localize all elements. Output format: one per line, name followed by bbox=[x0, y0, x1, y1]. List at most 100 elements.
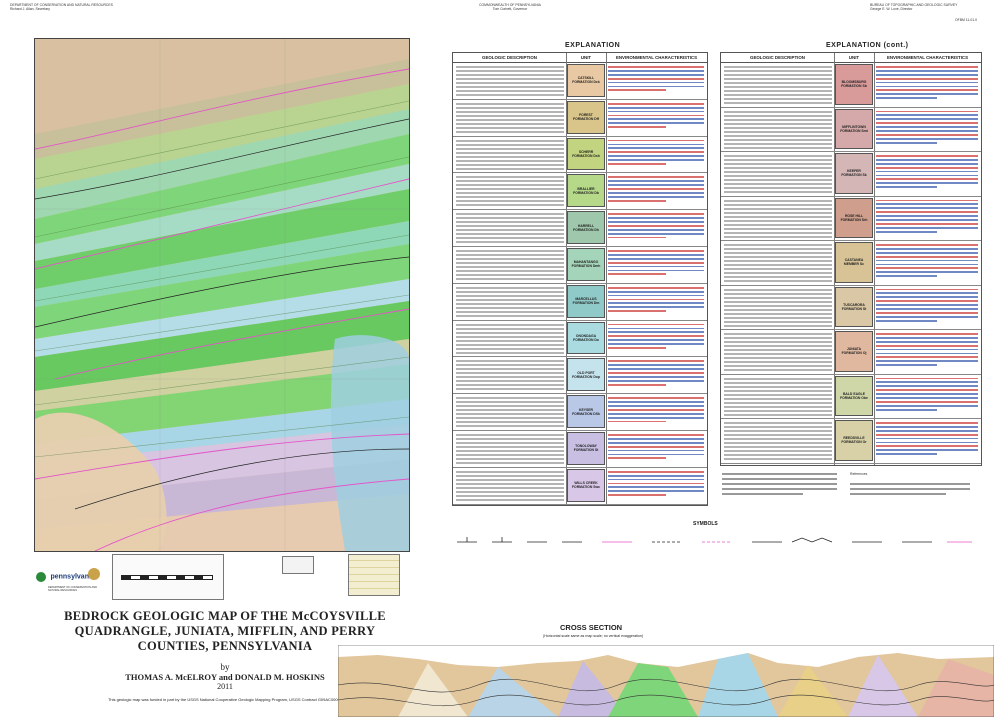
environmental-text bbox=[876, 287, 978, 328]
environmental-text bbox=[876, 153, 978, 194]
unit-description-text bbox=[456, 469, 564, 502]
unit-description-text bbox=[724, 64, 832, 105]
unit-swatch: TONOLOWAY FORMATION St bbox=[567, 432, 605, 465]
unit-swatch: KEYSER FORMATION DSk bbox=[567, 395, 605, 428]
environmental-text bbox=[608, 358, 704, 391]
index-map-inset bbox=[348, 554, 400, 596]
environmental-text bbox=[608, 248, 704, 281]
unit-description-text bbox=[724, 287, 832, 328]
unit-description-text bbox=[724, 153, 832, 194]
unit-description-text bbox=[456, 101, 564, 134]
unit-swatch: JUNIATA FORMATION Oj bbox=[835, 331, 873, 372]
sheet-id: OFBM 11-01.0 bbox=[955, 18, 977, 22]
explanation-title: EXPLANATION bbox=[565, 42, 621, 49]
unit-description-text bbox=[724, 331, 832, 372]
unit-swatch: HARRELL FORMATION Dh bbox=[567, 211, 605, 244]
explanation-table-left: GEOLOGIC DESCRIPTION UNIT ENVIRONMENTAL … bbox=[452, 52, 708, 506]
unit-swatch: BLOOMSBURG FORMATION Sb bbox=[835, 64, 873, 105]
unit-swatch: KEEFER FORMATION Sk bbox=[835, 153, 873, 194]
unit-description-text bbox=[456, 211, 564, 244]
notes-block bbox=[722, 470, 837, 510]
references-heading: References bbox=[850, 472, 868, 476]
environmental-text bbox=[608, 138, 704, 171]
unit-swatch: CATSKILL FORMATION Dck bbox=[567, 64, 605, 97]
explanation-row: TUSCARORA FORMATION St bbox=[721, 285, 981, 330]
explanation-row: FOREST FORMATION Dff bbox=[453, 99, 707, 137]
header-center: COMMONWEALTH OF PENNSYLVANIA Tom Corbett… bbox=[450, 3, 570, 11]
explanation-row: KEEFER FORMATION Sk bbox=[721, 151, 981, 197]
unit-description-text bbox=[456, 138, 564, 171]
unit-description-text bbox=[724, 109, 832, 150]
scale-bar-block bbox=[112, 554, 224, 600]
references-block bbox=[850, 480, 970, 510]
cross-section-title: CROSS SECTION bbox=[560, 623, 623, 632]
unit-swatch: CASTANEA MEMBER Sc bbox=[835, 242, 873, 283]
scale-bar bbox=[121, 575, 213, 580]
cross-section-subtitle: (Horizontal scale same as map scale; no … bbox=[543, 634, 644, 638]
explanation-row: BRALLIER FORMATION Db bbox=[453, 172, 707, 211]
header-right: BUREAU OF TOPOGRAPHIC AND GEOLOGIC SURVE… bbox=[870, 3, 957, 11]
unit-description-text bbox=[724, 242, 832, 283]
environmental-text bbox=[608, 101, 704, 134]
unit-swatch: BALD EAGLE FORMATION Obe bbox=[835, 375, 873, 416]
explanation-row: JUNIATA FORMATION Oj bbox=[721, 329, 981, 375]
explanation-row: CASTANEA MEMBER Sc bbox=[721, 240, 981, 286]
unit-description-text bbox=[456, 248, 564, 281]
unit-description-text bbox=[456, 64, 564, 97]
unit-swatch: MARCELLUS FORMATION Dm bbox=[567, 284, 605, 318]
header-left-line2: Richard J. Allan, Secretary bbox=[10, 7, 50, 11]
state-seal-icon bbox=[88, 568, 100, 580]
unit-swatch: BRALLIER FORMATION Db bbox=[567, 174, 605, 208]
explanation-row: HARRELL FORMATION Dh bbox=[453, 209, 707, 247]
explanation-row: BALD EAGLE FORMATION Obe bbox=[721, 374, 981, 419]
explanation-row: TONOLOWAY FORMATION St bbox=[453, 430, 707, 468]
explanation-row: WILLS CREEK FORMATION Swc bbox=[453, 467, 707, 505]
explanation-table-right: GEOLOGIC DESCRIPTION UNIT ENVIRONMENTAL … bbox=[720, 52, 982, 466]
environmental-text bbox=[876, 109, 978, 150]
environmental-text bbox=[608, 322, 704, 355]
unit-description-text bbox=[456, 432, 564, 465]
unit-swatch: MAHANTANGO FORMATION Dmh bbox=[567, 248, 605, 281]
environmental-text bbox=[608, 211, 704, 244]
pa-logo-subtext: DEPARTMENT OF CONSERVATION AND NATURAL R… bbox=[48, 586, 97, 592]
unit-swatch: SCHERR FORMATION Dsh bbox=[567, 137, 605, 171]
explanation-cont-title: EXPLANATION (cont.) bbox=[826, 42, 909, 49]
header-center-line2: Tom Corbett, Governor bbox=[492, 7, 528, 11]
explanation-row: MAHANTANGO FORMATION Dmh bbox=[453, 246, 707, 284]
unit-description-text bbox=[456, 322, 564, 355]
environmental-text bbox=[876, 420, 978, 461]
unit-swatch: MIFFLINTOWN FORMATION Smt bbox=[835, 108, 873, 149]
environmental-text bbox=[876, 198, 978, 239]
environmental-text bbox=[876, 376, 978, 417]
unit-swatch: TUSCARORA FORMATION St bbox=[835, 286, 873, 327]
unit-swatch: OLD PORT FORMATION Dop bbox=[567, 358, 605, 392]
geologic-map[interactable] bbox=[34, 38, 410, 552]
geologic-map-canvas bbox=[35, 39, 409, 551]
unit-description-text bbox=[456, 395, 564, 428]
explanation-row: SCHERR FORMATION Dsh bbox=[453, 136, 707, 174]
cross-section bbox=[338, 645, 994, 717]
unit-description-text bbox=[724, 376, 832, 417]
environmental-text bbox=[876, 64, 978, 105]
unit-swatch: ONONDAGA FORMATION Do bbox=[567, 321, 605, 355]
symbols-title: SYMBOLS bbox=[693, 521, 718, 527]
unit-description-text bbox=[456, 358, 564, 391]
keystone-icon bbox=[36, 571, 46, 582]
environmental-text bbox=[608, 174, 704, 207]
unit-swatch: WILLS CREEK FORMATION Swc bbox=[567, 468, 605, 502]
explanation-row: MIFFLINTOWN FORMATION Smt bbox=[721, 107, 981, 152]
environmental-text bbox=[876, 331, 978, 372]
explanation-row: MARCELLUS FORMATION Dm bbox=[453, 283, 707, 321]
unit-swatch: REEDSVILLE FORMATION Or bbox=[835, 420, 873, 461]
east-outcrop bbox=[330, 335, 409, 551]
environmental-text bbox=[608, 64, 704, 97]
symbols-legend bbox=[457, 537, 972, 543]
environmental-text bbox=[608, 285, 704, 318]
environmental-text bbox=[608, 432, 704, 465]
explanation-row: BLOOMSBURG FORMATION Sb bbox=[721, 62, 981, 108]
header-left: DEPARTMENT OF CONSERVATION AND NATURAL R… bbox=[10, 3, 113, 11]
explanation-row: ONONDAGA FORMATION Do bbox=[453, 320, 707, 358]
unit-description-text bbox=[724, 198, 832, 239]
explanation-row: KEYSER FORMATION DSk bbox=[453, 393, 707, 431]
location-inset bbox=[282, 556, 314, 574]
